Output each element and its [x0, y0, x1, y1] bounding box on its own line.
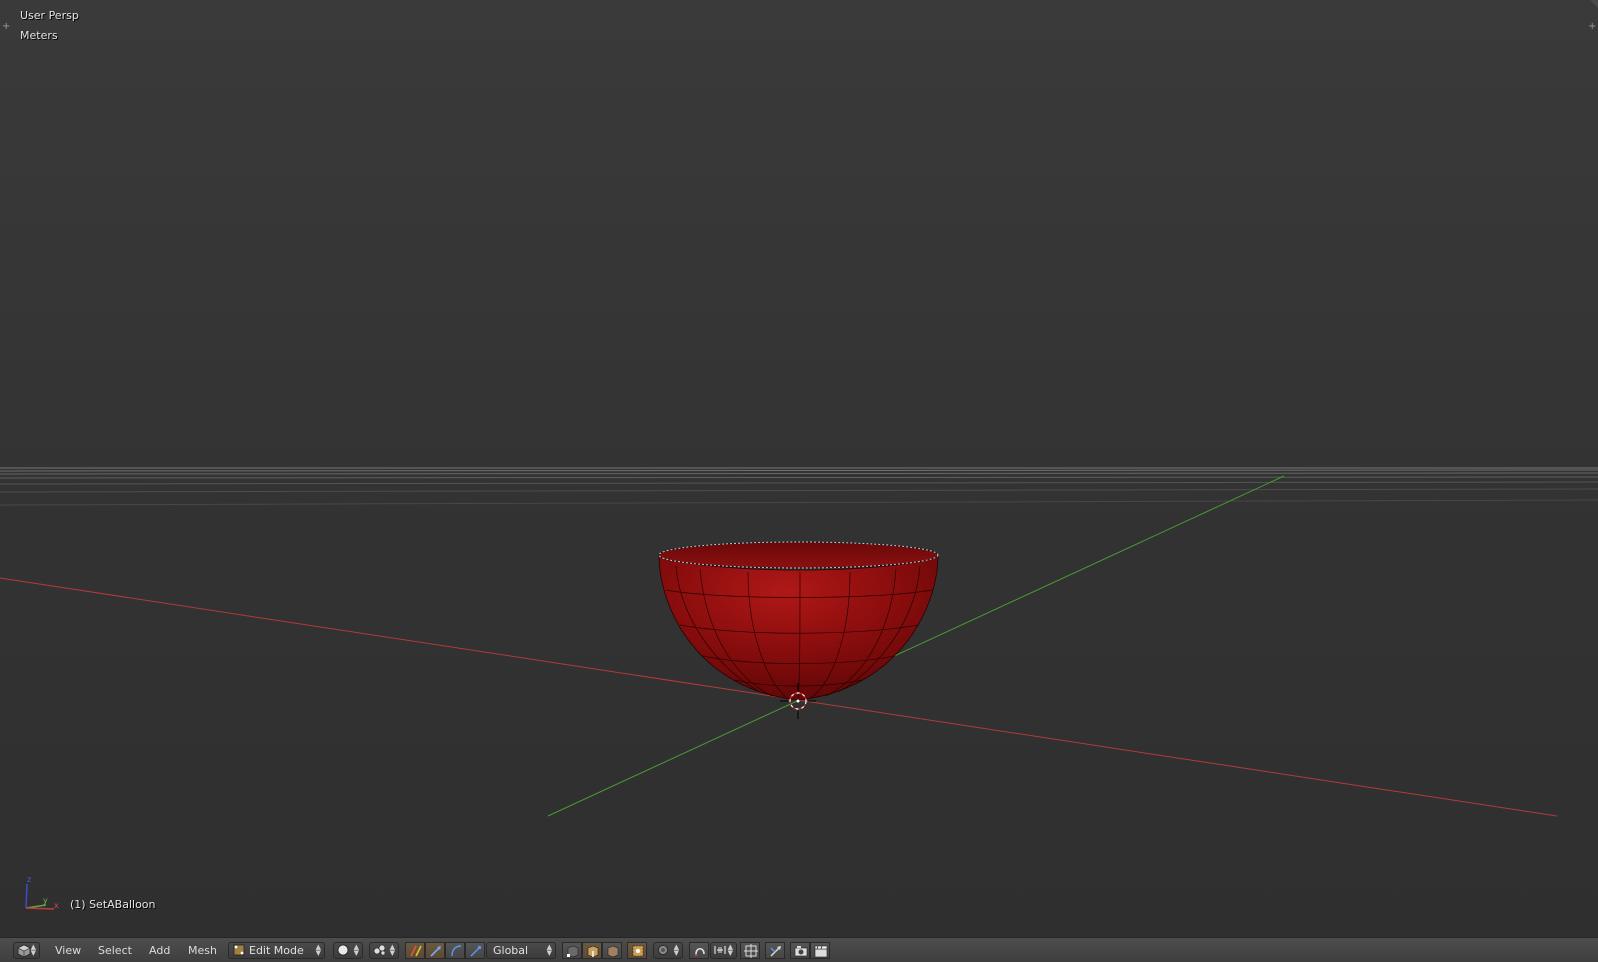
3d-viewport[interactable]: z y x User Persp Meters (1) SetABalloon …	[0, 0, 1598, 937]
svg-text:x: x	[54, 901, 59, 910]
face-select-button[interactable]	[602, 942, 622, 959]
viewport-shading-dropdown[interactable]: ▲ ▼	[333, 942, 363, 959]
snap-element-icon	[714, 946, 726, 954]
opengl-render-animation-button[interactable]	[810, 942, 830, 959]
region-toggle-right-icon[interactable]: +	[1588, 22, 1596, 32]
opengl-render-icon	[794, 946, 808, 957]
limit-selection-icon	[632, 945, 644, 957]
snap-target-button[interactable]	[740, 942, 760, 959]
proportional-edit-dropdown[interactable]: ▲ ▼	[653, 942, 683, 959]
snap-toggle-button[interactable]	[689, 942, 709, 959]
scale-button[interactable]	[465, 942, 485, 959]
manipulator-toggle-icon	[410, 945, 422, 957]
mode-dropdown[interactable]: Edit Mode ▲ ▼	[228, 942, 325, 959]
viewport-header: ▲ ▼ View Select Add Mesh Edit Mode ▲ ▼ ▲ ▼ …	[0, 937, 1598, 962]
snap-element-dropdown[interactable]: ▲ ▼	[710, 942, 737, 959]
area-split-handle[interactable]	[1590, 0, 1598, 8]
rotate-button[interactable]	[445, 942, 465, 959]
region-toggle-left-icon[interactable]: +	[2, 22, 10, 32]
proportional-edit-icon	[658, 945, 668, 955]
render-preview-button[interactable]	[765, 942, 785, 959]
edge-select-button[interactable]	[582, 942, 602, 959]
edit-mode-icon	[233, 944, 245, 956]
viewport-shading-icon	[337, 944, 349, 956]
cube-icon	[17, 944, 31, 958]
mode-label: Edit Mode	[249, 944, 304, 957]
edge-select-icon	[587, 945, 599, 958]
menu-mesh[interactable]: Mesh	[186, 942, 219, 959]
vertex-select-icon	[567, 945, 579, 958]
clapperboard-icon	[814, 945, 828, 958]
editor-type-selector[interactable]: ▲ ▼	[13, 942, 40, 959]
view-name-label: User Persp	[20, 9, 79, 22]
y-axis-line	[547, 475, 1285, 817]
menu-add[interactable]: Add	[147, 942, 172, 959]
manipulator-toggle-button[interactable]	[405, 942, 425, 959]
translate-button[interactable]	[425, 942, 445, 959]
scene-canvas[interactable]: z y x	[0, 0, 1598, 937]
axis-gizmo: z y x	[25, 875, 59, 910]
balloon-mesh[interactable]	[658, 541, 939, 701]
limit-selection-button[interactable]	[627, 942, 647, 959]
translate-icon	[430, 946, 441, 957]
face-select-icon	[607, 945, 619, 958]
snap-target-icon	[744, 944, 758, 958]
pivot-point-dropdown[interactable]: ▲ ▼	[369, 942, 399, 959]
svg-text:z: z	[27, 875, 31, 884]
scale-icon	[470, 946, 481, 957]
pivot-point-icon	[373, 944, 386, 956]
render-preview-icon	[770, 946, 781, 957]
orientation-label: Global	[493, 944, 529, 957]
svg-text:y: y	[43, 896, 48, 905]
object-info-label: (1) SetABalloon	[70, 898, 156, 911]
rotate-icon	[451, 945, 462, 957]
transform-orientation-dropdown[interactable]: Global ▲ ▼	[486, 942, 556, 959]
opengl-render-button[interactable]	[790, 942, 810, 959]
menu-select[interactable]: Select	[96, 942, 134, 959]
snap-toggle-icon	[695, 947, 705, 956]
menu-view[interactable]: View	[53, 942, 83, 959]
vertex-select-button[interactable]	[562, 942, 582, 959]
horizon-grid	[0, 467, 1598, 506]
units-label: Meters	[20, 29, 58, 42]
